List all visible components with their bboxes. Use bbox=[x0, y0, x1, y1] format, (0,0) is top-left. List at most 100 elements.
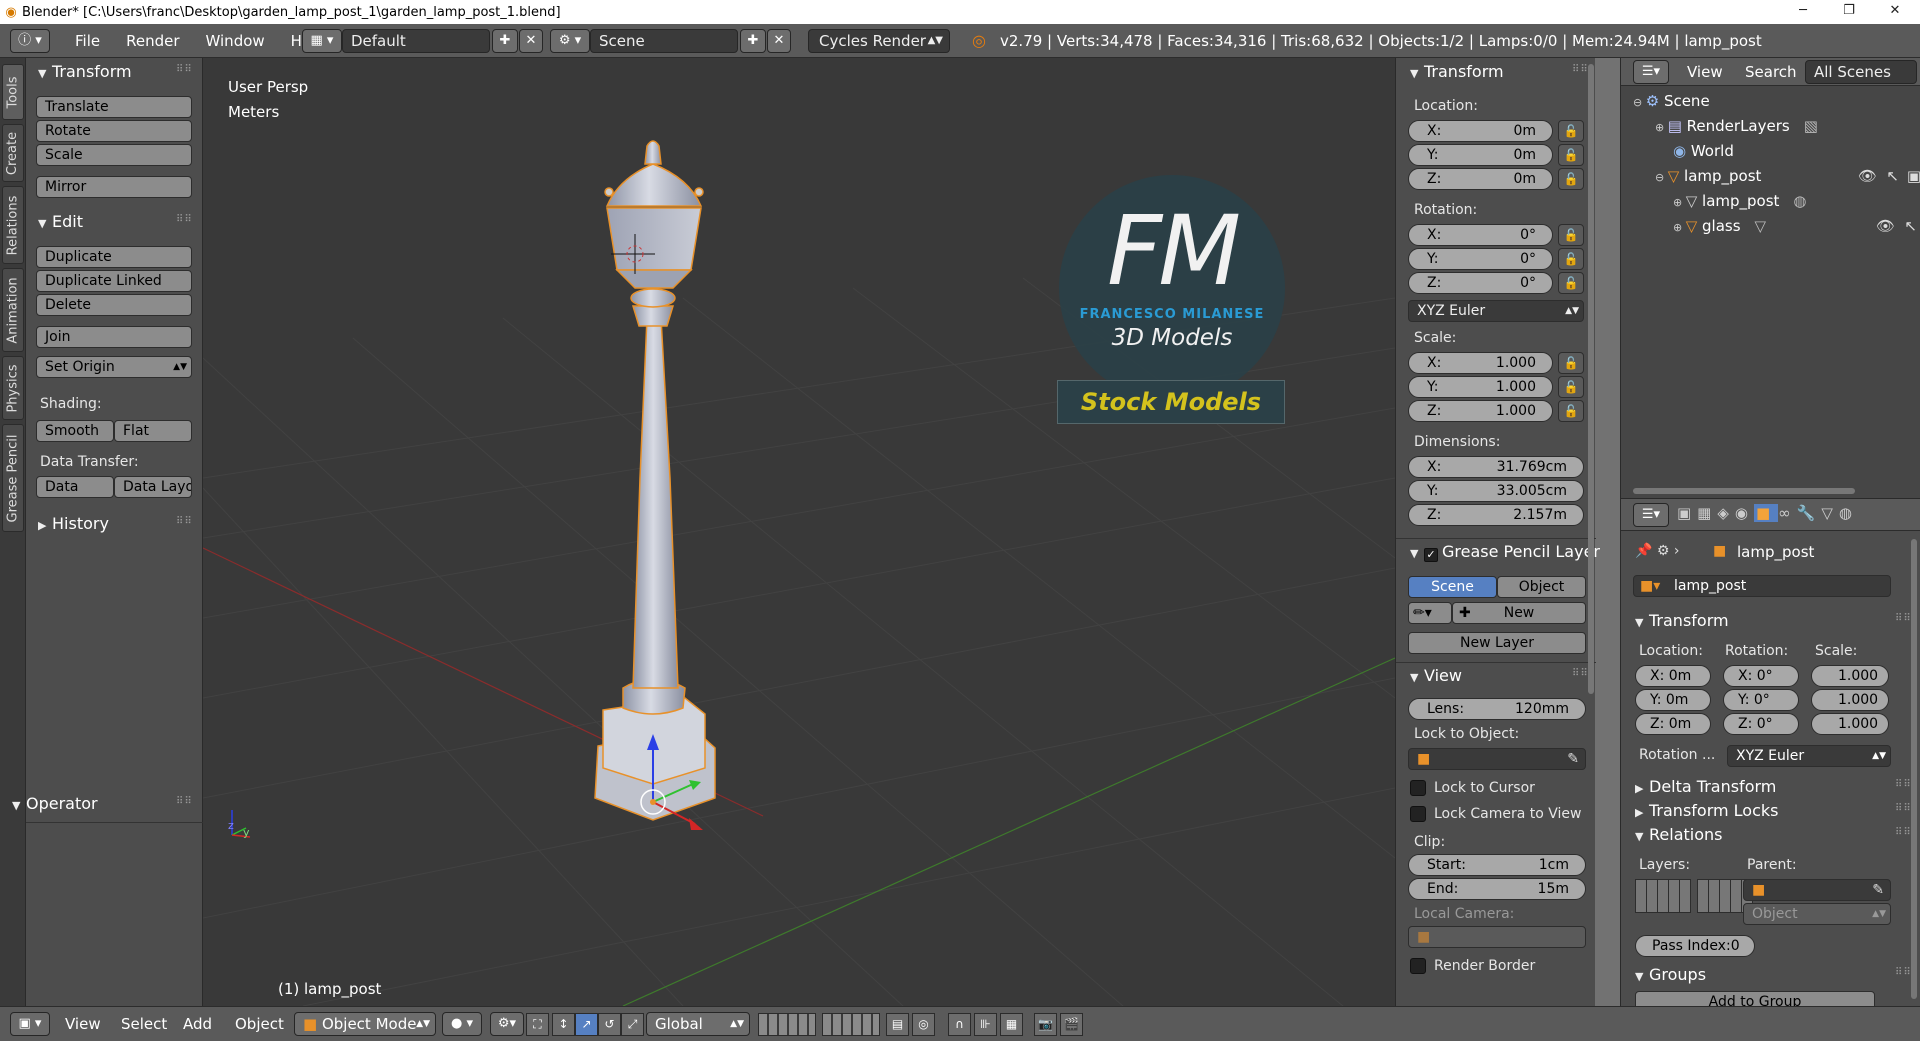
n-panel-scrollbar[interactable] bbox=[1588, 64, 1594, 694]
maximize-button[interactable]: ❐ bbox=[1826, 0, 1872, 24]
lock-icon[interactable]: 🔓 bbox=[1558, 168, 1584, 190]
p-scale-x[interactable]: 1.000 bbox=[1811, 665, 1889, 687]
remove-scene-button[interactable]: ✕ bbox=[767, 29, 791, 53]
minimize-button[interactable]: ─ bbox=[1780, 0, 1826, 24]
scene-icon[interactable]: ⚙ ▾ bbox=[550, 29, 590, 53]
parent-field[interactable]: ■ ✎ bbox=[1743, 879, 1891, 901]
p-rot-y[interactable]: Y: 0° bbox=[1723, 689, 1799, 711]
outliner-item-renderlayers[interactable]: ⊕ ▤ RenderLayers ▧ bbox=[1655, 117, 1818, 142]
p-scale-y[interactable]: 1.000 bbox=[1811, 689, 1889, 711]
transform-panel-header[interactable]: ▼ Transform bbox=[38, 62, 132, 81]
add-to-group-button[interactable]: Add to Group bbox=[1635, 991, 1875, 1006]
display-mode-select[interactable]: All Scenes bbox=[1805, 60, 1917, 84]
p-loc-x[interactable]: X: 0m bbox=[1635, 665, 1711, 687]
mode-select[interactable]: ■ Object Mode ▲▼ bbox=[294, 1012, 436, 1036]
rotation-mode-select[interactable]: XYZ Euler ▲▼ bbox=[1408, 300, 1584, 322]
p-scale-z[interactable]: 1.000 bbox=[1811, 713, 1889, 735]
grease-pencil-checkbox[interactable]: ✓ bbox=[1424, 548, 1438, 562]
editor-type-info-icon[interactable]: ⓘ ▾ bbox=[10, 29, 50, 53]
location-x-field[interactable]: X: 0m bbox=[1408, 120, 1553, 142]
grip-icon[interactable]: ⠿⠿ bbox=[176, 64, 193, 75]
lock-icon[interactable]: 🔓 bbox=[1558, 352, 1584, 374]
pass-index-field[interactable]: Pass Index:0 bbox=[1635, 935, 1755, 957]
screen-layout-select[interactable]: Default bbox=[342, 29, 490, 53]
outliner-item-scene[interactable]: ⊖ ⚙ Scene bbox=[1633, 92, 1710, 117]
opengl-render-icon[interactable]: 📷 bbox=[1034, 1013, 1057, 1036]
menu-add[interactable]: Add bbox=[170, 1015, 225, 1033]
lamp-post-model[interactable] bbox=[594, 140, 716, 821]
p-transform-header[interactable]: ▼ Transform bbox=[1635, 611, 1729, 630]
edit-panel-header[interactable]: ▼ Edit bbox=[38, 212, 83, 231]
menu-render[interactable]: Render bbox=[113, 32, 192, 50]
delta-transform-header[interactable]: ▶ Delta Transform bbox=[1635, 777, 1776, 796]
move-manipulator-icon[interactable]: ↗ bbox=[575, 1013, 598, 1036]
render-engine-select[interactable]: Cycles Render ▲▼ bbox=[808, 29, 950, 53]
delete-button[interactable]: Delete bbox=[36, 294, 192, 316]
lock-icon[interactable]: 🔓 bbox=[1558, 224, 1584, 246]
flat-button[interactable]: Flat bbox=[114, 420, 192, 442]
lock-icon[interactable]: 🔓 bbox=[1558, 272, 1584, 294]
properties-editor-icon[interactable]: ☰▾ bbox=[1633, 503, 1669, 527]
p-rotation-mode-select[interactable]: XYZ Euler ▲▼ bbox=[1727, 745, 1891, 767]
object-name-field[interactable]: ■▾ lamp_post bbox=[1633, 575, 1891, 597]
parent-type-select[interactable]: Object ▲▼ bbox=[1743, 903, 1891, 925]
mirror-button[interactable]: Mirror bbox=[36, 176, 192, 198]
tab-relations[interactable]: Relations bbox=[2, 186, 24, 264]
set-origin-menu[interactable]: Set Origin ▲▼ bbox=[36, 356, 192, 378]
layer-grid-a[interactable] bbox=[1635, 879, 1691, 913]
scene-layers-a[interactable] bbox=[758, 1013, 816, 1036]
lens-field[interactable]: Lens: 120mm bbox=[1408, 698, 1586, 720]
transform-locks-header[interactable]: ▶ Transform Locks bbox=[1635, 801, 1779, 820]
lock-icon[interactable]: 🔓 bbox=[1558, 144, 1584, 166]
3d-viewport[interactable]: User Persp Meters z y (1) lamp_post FM F… bbox=[203, 58, 1395, 1006]
outliner-item-lamp-post[interactable]: ⊖ ▽ lamp_post 👁 ↖ ▣ bbox=[1655, 167, 1920, 192]
add-layout-button[interactable]: ✚ bbox=[492, 29, 518, 53]
scale-y-field[interactable]: Y: 1.000 bbox=[1408, 376, 1553, 398]
tab-animation[interactable]: Animation bbox=[2, 268, 24, 352]
manipulator-toggle-icon[interactable]: ⛶ bbox=[526, 1013, 549, 1036]
lock-cursor-checkbox[interactable] bbox=[1410, 780, 1426, 796]
dimensions-x-field[interactable]: X: 31.769cm bbox=[1408, 456, 1584, 478]
snap-target-icon[interactable]: ▦ bbox=[1000, 1013, 1023, 1036]
tab-create[interactable]: Create bbox=[2, 124, 24, 182]
outliner-item-mesh-data[interactable]: ⊕ ▽ lamp_post ◍ bbox=[1673, 192, 1807, 217]
menu-object[interactable]: Object bbox=[222, 1015, 297, 1033]
clip-start-field[interactable]: Start: 1cm bbox=[1408, 854, 1586, 876]
dimensions-z-field[interactable]: Z: 2.157m bbox=[1408, 504, 1584, 526]
scene-select[interactable]: Scene bbox=[590, 29, 738, 53]
outliner-editor-icon[interactable]: ☰▾ bbox=[1633, 60, 1669, 84]
pivot-point-icon[interactable]: ⚙▾ bbox=[490, 1012, 524, 1036]
transform-orientation-select[interactable]: Global ▲▼ bbox=[646, 1012, 750, 1036]
grip-icon[interactable]: ⠿⠿ bbox=[1895, 827, 1912, 838]
grip-icon[interactable]: ⠿⠿ bbox=[1895, 613, 1912, 624]
grease-scene-tab[interactable]: Scene bbox=[1408, 576, 1497, 598]
scale-z-field[interactable]: Z: 1.000 bbox=[1408, 400, 1553, 422]
grip-icon[interactable]: ⠿⠿ bbox=[176, 796, 193, 807]
render-border-checkbox[interactable] bbox=[1410, 958, 1426, 974]
scene-layers-b[interactable] bbox=[822, 1013, 880, 1036]
pencil-icon[interactable]: ✏▾ bbox=[1408, 602, 1452, 624]
lock-icon[interactable]: 🔓 bbox=[1558, 120, 1584, 142]
grease-pencil-header[interactable]: ▼ ✓ Grease Pencil Layer bbox=[1410, 542, 1600, 562]
grip-icon[interactable]: ⠿⠿ bbox=[1895, 967, 1912, 978]
lock-camera-checkbox[interactable] bbox=[1410, 806, 1426, 822]
tab-physics[interactable]: Physics bbox=[2, 356, 24, 420]
grip-icon[interactable]: ⠿⠿ bbox=[176, 516, 193, 527]
rotate-manipulator-icon[interactable]: ↺ bbox=[598, 1013, 621, 1036]
grip-icon[interactable]: ⠿⠿ bbox=[1895, 803, 1912, 814]
menu-view[interactable]: View bbox=[52, 1015, 114, 1033]
lock-object-field[interactable]: ■ ✎ bbox=[1408, 748, 1586, 770]
rotation-x-field[interactable]: X: 0° bbox=[1408, 224, 1553, 246]
n-transform-header[interactable]: ▼ Transform bbox=[1410, 62, 1504, 81]
snap-element-icon[interactable]: ⊪ bbox=[974, 1013, 997, 1036]
smooth-button[interactable]: Smooth bbox=[36, 420, 114, 442]
layer-lock-icon[interactable]: ▤ bbox=[886, 1013, 909, 1036]
rotation-z-field[interactable]: Z: 0° bbox=[1408, 272, 1553, 294]
screen-layout-icon[interactable]: ▦ ▾ bbox=[302, 29, 342, 53]
outliner-item-world[interactable]: ◉ World bbox=[1673, 142, 1734, 167]
proportional-edit-icon[interactable]: ◎ bbox=[912, 1013, 935, 1036]
p-loc-z[interactable]: Z: 0m bbox=[1635, 713, 1711, 735]
grip-icon[interactable]: ⠿⠿ bbox=[1572, 64, 1589, 75]
scale-x-field[interactable]: X: 1.000 bbox=[1408, 352, 1553, 374]
duplicate-linked-button[interactable]: Duplicate Linked bbox=[36, 270, 192, 292]
